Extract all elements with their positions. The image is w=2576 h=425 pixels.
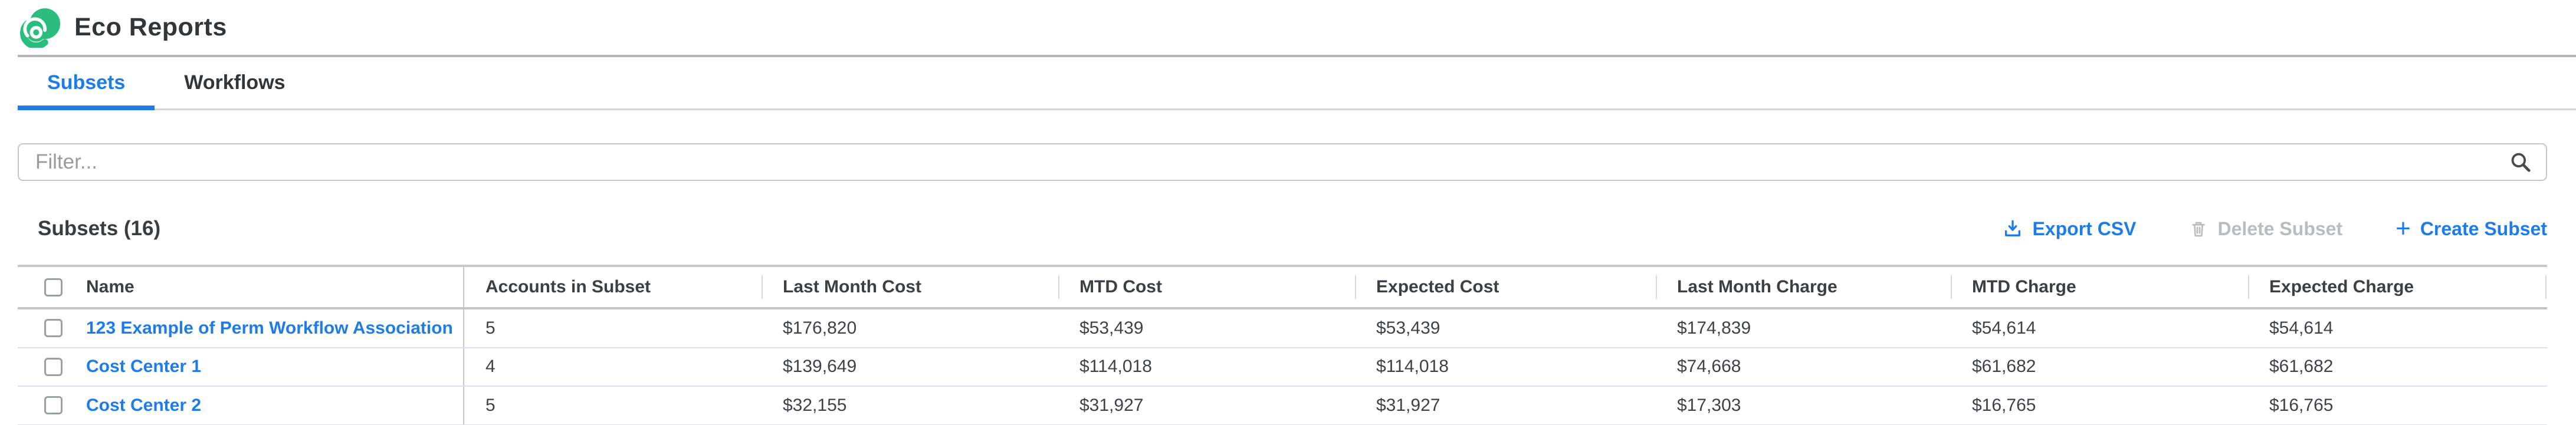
mtd-cost-cell: $31,927 xyxy=(1058,387,1355,424)
tab-bar: Subsets Workflows xyxy=(18,57,2576,110)
subset-name-link[interactable]: Cost Center 2 xyxy=(86,396,201,416)
expected-cost-cell: $53,439 xyxy=(1355,309,1656,347)
table-row: 123 Example of Perm Workflow Association… xyxy=(18,309,2547,348)
last-month-charge-cell: $17,303 xyxy=(1656,387,1951,424)
accounts-cell: 5 xyxy=(464,309,762,347)
mtd-cost-cell: $114,018 xyxy=(1058,348,1355,386)
table-row: Cost Center 2 5 $32,155 $31,927 $31,927 … xyxy=(18,387,2547,425)
mtd-charge-cell: $16,765 xyxy=(1951,387,2248,424)
create-subset-label: Create Subset xyxy=(2420,218,2547,240)
section-bar: Subsets (16) Export CSV Delete Subset + … xyxy=(18,214,2547,243)
plus-icon: + xyxy=(2395,219,2411,238)
mtd-charge-cell: $61,682 xyxy=(1951,348,2248,386)
delete-subset-label: Delete Subset xyxy=(2217,218,2342,240)
delete-subset-button[interactable]: Delete Subset xyxy=(2189,218,2342,240)
select-all-checkbox[interactable] xyxy=(44,278,63,296)
last-month-cost-cell: $176,820 xyxy=(762,309,1058,347)
download-icon xyxy=(2003,219,2023,239)
row-checkbox[interactable] xyxy=(44,319,63,337)
trash-icon xyxy=(2189,219,2208,239)
column-header-mtd-cost: MTD Cost xyxy=(1058,267,1355,307)
tab-subsets[interactable]: Subsets xyxy=(18,57,155,108)
column-header-last-month-charge: Last Month Charge xyxy=(1656,267,1951,307)
section-title: Subsets (16) xyxy=(38,217,160,240)
column-header-expected-charge: Expected Charge xyxy=(2248,267,2547,307)
table-header-row: Name Accounts in Subset Last Month Cost … xyxy=(18,265,2547,309)
column-header-mtd-charge: MTD Charge xyxy=(1951,267,2248,307)
row-checkbox[interactable] xyxy=(44,396,63,414)
column-header-expected-cost: Expected Cost xyxy=(1355,267,1656,307)
accounts-cell: 5 xyxy=(464,387,762,424)
search-icon[interactable] xyxy=(2509,151,2532,173)
name-cell: Cost Center 2 xyxy=(18,387,464,424)
page-title: Eco Reports xyxy=(74,13,227,42)
export-csv-label: Export CSV xyxy=(2032,218,2136,240)
expected-charge-cell: $16,765 xyxy=(2248,387,2547,424)
column-header-accounts: Accounts in Subset xyxy=(464,267,762,307)
expected-charge-cell: $61,682 xyxy=(2248,348,2547,386)
expected-cost-cell: $31,927 xyxy=(1355,387,1656,424)
app-header: Eco Reports xyxy=(0,0,2576,55)
expected-cost-cell: $114,018 xyxy=(1355,348,1656,386)
subset-name-link[interactable]: Cost Center 1 xyxy=(86,357,201,377)
filter-bar xyxy=(18,143,2547,181)
column-header-name: Name xyxy=(18,267,464,307)
last-month-charge-cell: $174,839 xyxy=(1656,309,1951,347)
column-header-last-month-cost: Last Month Cost xyxy=(762,267,1058,307)
section-actions: Export CSV Delete Subset + Create Subset xyxy=(2003,218,2547,240)
row-checkbox[interactable] xyxy=(44,358,63,376)
name-cell: 123 Example of Perm Workflow Association xyxy=(18,309,464,347)
mtd-charge-cell: $54,614 xyxy=(1951,309,2248,347)
accounts-cell: 4 xyxy=(464,348,762,386)
name-cell: Cost Center 1 xyxy=(18,348,464,386)
last-month-cost-cell: $139,649 xyxy=(762,348,1058,386)
subsets-table: Name Accounts in Subset Last Month Cost … xyxy=(18,265,2547,425)
mtd-cost-cell: $53,439 xyxy=(1058,309,1355,347)
export-csv-button[interactable]: Export CSV xyxy=(2003,218,2136,240)
table-row: Cost Center 1 4 $139,649 $114,018 $114,0… xyxy=(18,348,2547,387)
expected-charge-cell: $54,614 xyxy=(2248,309,2547,347)
create-subset-button[interactable]: + Create Subset xyxy=(2395,218,2547,240)
eco-logo-icon xyxy=(18,8,61,48)
tab-workflows[interactable]: Workflows xyxy=(155,57,314,108)
filter-input[interactable] xyxy=(18,143,2547,181)
last-month-cost-cell: $32,155 xyxy=(762,387,1058,424)
last-month-charge-cell: $74,668 xyxy=(1656,348,1951,386)
subset-name-link[interactable]: 123 Example of Perm Workflow Association xyxy=(86,318,453,338)
